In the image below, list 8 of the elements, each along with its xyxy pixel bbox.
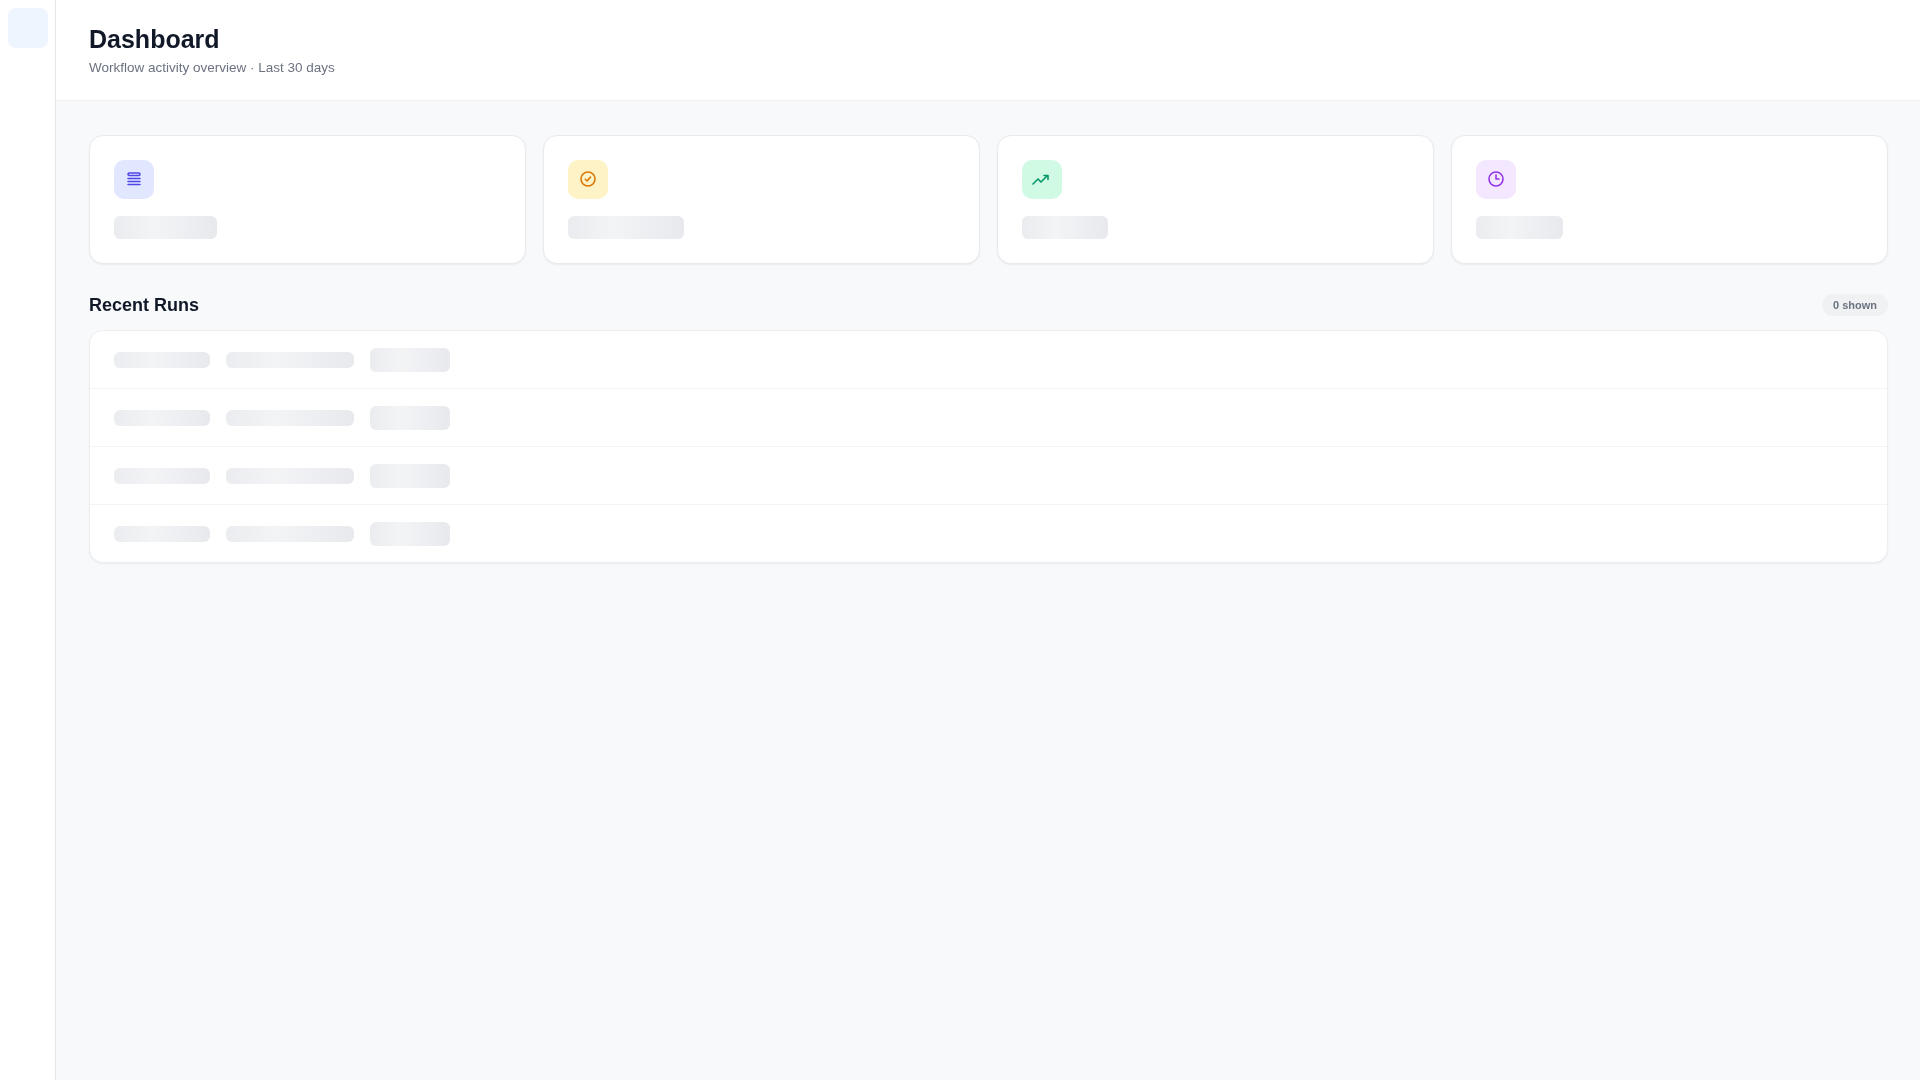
page-title: Dashboard bbox=[89, 24, 221, 54]
count-badge: 0 shown bbox=[1822, 294, 1888, 316]
section-title: Recent Runs bbox=[89, 294, 200, 316]
list-icon bbox=[126, 171, 142, 188]
check-circle-icon bbox=[579, 170, 597, 189]
trending-up-icon bbox=[1032, 172, 1052, 187]
page-subtitle: Workflow activity overview · Last 30 days bbox=[89, 60, 336, 75]
clock-icon bbox=[1487, 170, 1505, 189]
